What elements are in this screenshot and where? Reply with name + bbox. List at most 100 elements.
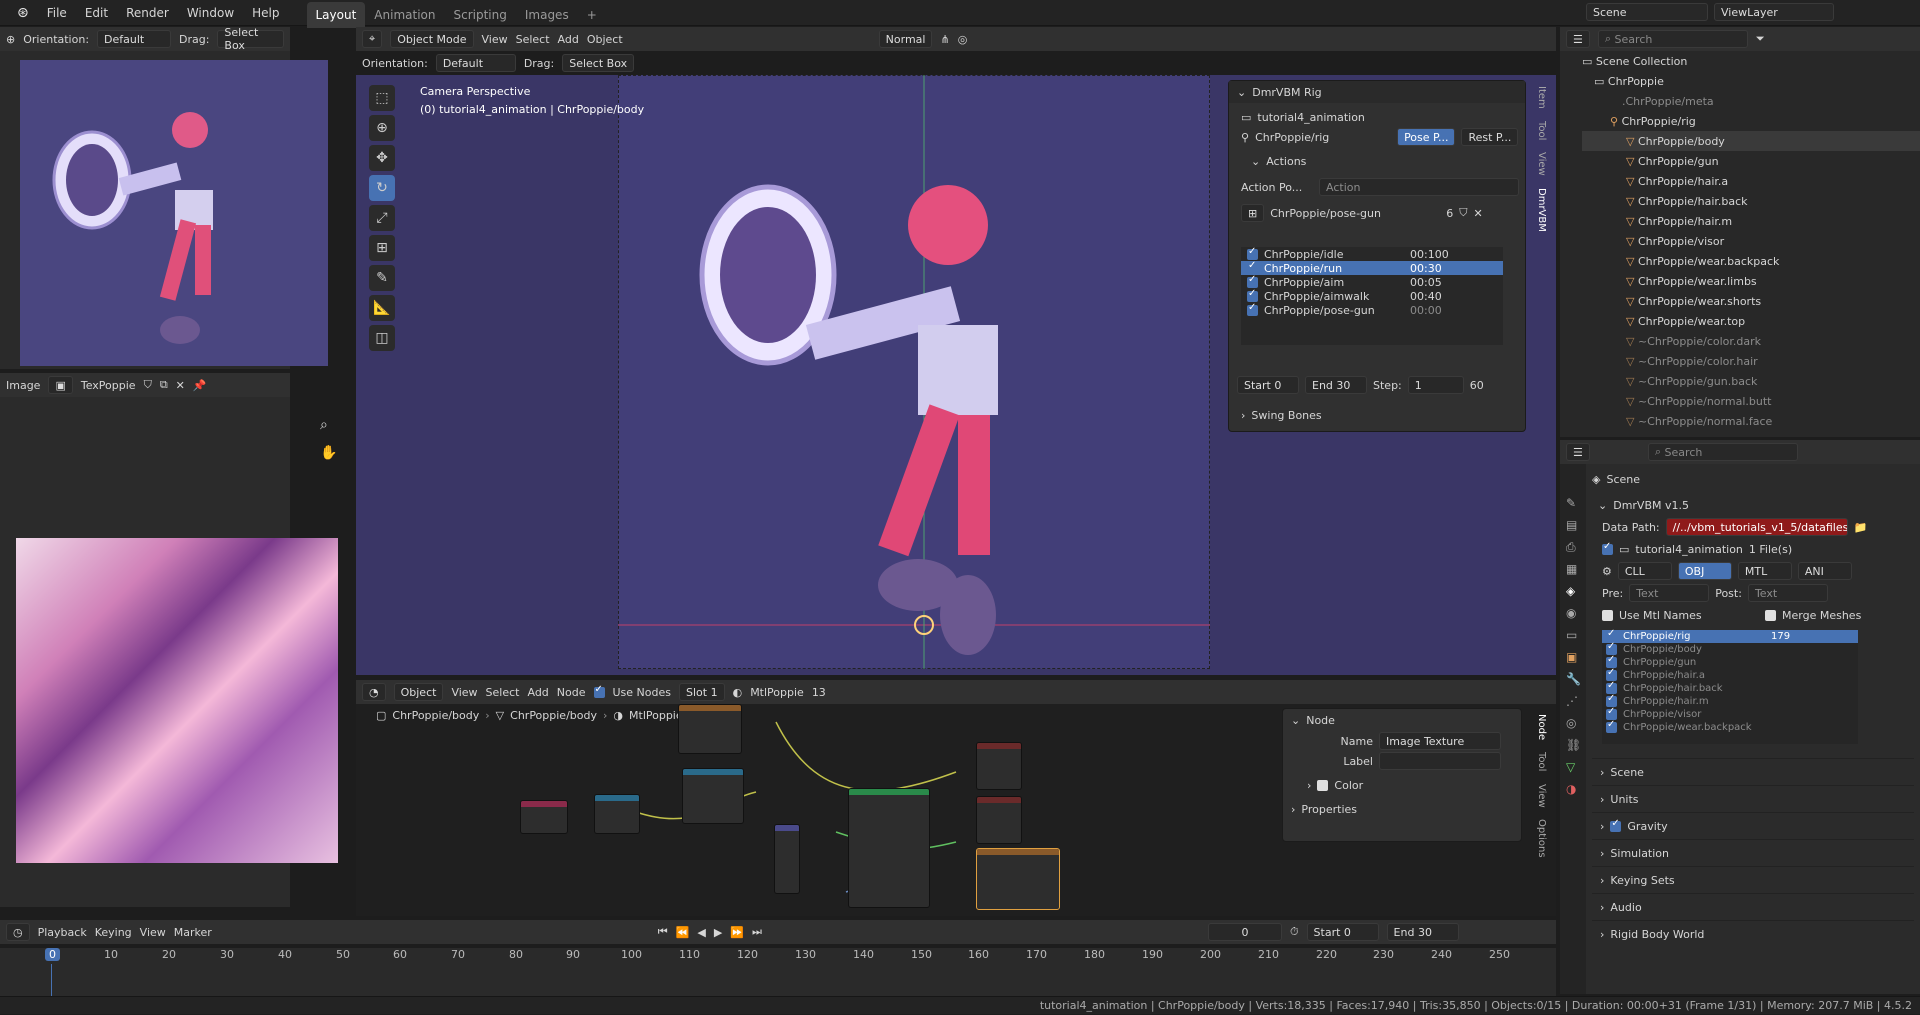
color-chevron-icon[interactable]: › <box>1307 779 1311 792</box>
swing-chevron-icon[interactable]: › <box>1241 409 1245 422</box>
mode-dropdown[interactable]: Object Mode <box>390 30 474 48</box>
post-field[interactable]: Text <box>1747 584 1828 602</box>
snap-icon[interactable]: ⋔ <box>940 33 949 46</box>
outliner-item[interactable]: ▭ ChrPoppie <box>1582 71 1920 91</box>
list-item[interactable]: ChrPoppie/wear.backpack <box>1602 719 1858 734</box>
export-item-name[interactable]: tutorial4_animation <box>1635 543 1743 556</box>
image-mode-label[interactable]: Image <box>6 379 40 392</box>
node-label-field[interactable] <box>1379 752 1501 770</box>
tab-cll[interactable]: CLL <box>1617 562 1672 580</box>
collection-tab-icon[interactable]: ▭ <box>1566 624 1580 646</box>
viewport-menu-add[interactable]: Add <box>558 33 579 46</box>
viewport-menu-select[interactable]: Select <box>516 33 550 46</box>
list-item[interactable]: ChrPoppie/gun <box>1602 654 1858 669</box>
rest-position-button[interactable]: Rest P... <box>1461 128 1519 146</box>
fps-value[interactable]: 60 <box>1470 379 1484 392</box>
tab-node-options[interactable]: Options <box>1534 813 1549 864</box>
stopwatch-icon[interactable]: ⏱ <box>1290 925 1299 939</box>
use-nodes-checkbox[interactable] <box>593 684 605 698</box>
use-mtl-names-checkbox[interactable] <box>1602 609 1613 621</box>
outliner-item[interactable]: ▽ ~ChrPoppie/color.dark <box>1582 331 1920 351</box>
section-scene[interactable]: › Scene <box>1592 758 1914 785</box>
pose-action-name[interactable]: ChrPoppie/pose-gun <box>1270 207 1440 220</box>
scene-tab-icon[interactable]: ◈ <box>1566 580 1580 602</box>
start-field[interactable]: Start 0 <box>1237 376 1299 394</box>
editor-type-icon[interactable]: ⌖ <box>362 30 383 48</box>
outliner-search[interactable]: ⌕ Search <box>1597 30 1748 48</box>
filter-icon[interactable]: ⏷ <box>1756 32 1765 46</box>
proportional-icon[interactable]: ◎ <box>958 33 968 46</box>
outliner-item[interactable]: ▽ ChrPoppie/gun <box>1582 151 1920 171</box>
close-icon[interactable]: ✕ <box>176 379 185 392</box>
vp-drag-dropdown[interactable]: Select Box <box>562 54 635 72</box>
list-item[interactable]: ChrPoppie/pose-gun00:00 <box>1241 302 1503 317</box>
principled-bsdf-node[interactable] <box>848 788 930 908</box>
pre-field[interactable]: Text <box>1629 584 1710 602</box>
section-units[interactable]: › Units <box>1592 785 1914 812</box>
swing-bones-label[interactable]: Swing Bones <box>1251 409 1321 422</box>
add-workspace-icon[interactable]: + <box>578 2 606 28</box>
outliner-item-active[interactable]: ▽ ChrPoppie/body <box>1582 131 1920 151</box>
viewport-menu-view[interactable]: View <box>482 33 508 46</box>
image-editor-type[interactable]: ▣ <box>48 376 73 394</box>
menu-render[interactable]: Render <box>117 0 178 26</box>
list-item[interactable]: ChrPoppie/idle00:100 <box>1241 246 1503 261</box>
node-editor-type-icon[interactable]: ◔ <box>362 683 386 701</box>
outliner-item[interactable]: ⚲ ChrPoppie/rig <box>1582 111 1920 131</box>
list-item[interactable]: ChrPoppie/body <box>1602 641 1858 656</box>
outliner-item[interactable]: ▽ ~ChrPoppie/gun.back <box>1582 371 1920 391</box>
output-tab-icon[interactable]: ⎙ <box>1566 536 1580 558</box>
section-keying-sets[interactable]: › Keying Sets <box>1592 866 1914 893</box>
pin-icon[interactable]: 📌 <box>193 379 207 392</box>
tab-node-view[interactable]: View <box>1534 778 1549 814</box>
outliner-item[interactable]: ▽ ChrPoppie/wear.backpack <box>1582 251 1920 271</box>
outliner-item[interactable]: ▽ ChrPoppie/visor <box>1582 231 1920 251</box>
list-item[interactable]: ChrPoppie/aim00:05 <box>1241 274 1503 289</box>
data-path-field[interactable]: //../vbm_tutorials_v1_5/datafiles/ <box>1665 518 1848 536</box>
bump-node[interactable] <box>774 824 800 894</box>
add-cube-tool-icon[interactable]: ◫ <box>369 325 395 351</box>
measure-tool-icon[interactable]: 📐 <box>369 295 395 321</box>
outliner-item[interactable]: ▽ ChrPoppie/hair.back <box>1582 191 1920 211</box>
drag-dropdown[interactable]: Select Box <box>217 26 284 52</box>
outliner-item[interactable]: ▽ ChrPoppie/wear.limbs <box>1582 271 1920 291</box>
outliner-item[interactable]: .ChrPoppie/meta <box>1582 91 1920 111</box>
cursor-icon[interactable]: ⊕ <box>6 33 15 46</box>
texture-node[interactable] <box>682 768 744 824</box>
hand-icon[interactable]: ✋ <box>320 445 337 461</box>
timeline-menu-view[interactable]: View <box>140 926 166 939</box>
node-menu-view[interactable]: View <box>451 686 477 699</box>
tool-tab-icon[interactable]: ✎ <box>1566 492 1580 514</box>
menu-file[interactable]: File <box>38 0 76 26</box>
jump-end-icon[interactable]: ⏭ <box>752 925 762 939</box>
object-tab-icon[interactable]: ▣ <box>1566 646 1580 668</box>
end-field[interactable]: End 30 <box>1305 376 1367 394</box>
shield-icon[interactable]: ⛉ <box>144 378 152 392</box>
properties-search[interactable]: ⌕ Search <box>1647 443 1798 461</box>
timeline-menu-playback[interactable]: Playback <box>38 926 87 939</box>
outliner-item[interactable]: ▽ ChrPoppie/hair.a <box>1582 171 1920 191</box>
cursor-tool-icon[interactable]: ⊕ <box>369 115 395 141</box>
timeline-type-icon[interactable]: ◷ <box>6 923 30 941</box>
timeline-start-field[interactable]: Start 0 <box>1306 923 1379 941</box>
pose-position-button[interactable]: Pose P... <box>1397 128 1456 146</box>
tab-scripting[interactable]: Scripting <box>444 2 515 28</box>
tab-ani[interactable]: ANI <box>1797 562 1852 580</box>
timeline-end-field[interactable]: End 30 <box>1386 923 1459 941</box>
list-item-selected[interactable]: ChrPoppie/run00:30 <box>1241 260 1503 275</box>
outliner-item[interactable]: ▽ ChrPoppie/wear.top <box>1582 311 1920 331</box>
outliner-item[interactable]: ▽ ~ChrPoppie/normal.butt <box>1582 391 1920 411</box>
actions-chevron-icon[interactable]: ⌄ <box>1251 155 1260 168</box>
tab-item[interactable]: Item <box>1534 80 1549 115</box>
blender-logo-icon[interactable]: ⊛ <box>8 0 38 26</box>
section-audio[interactable]: › Audio <box>1592 893 1914 920</box>
settings-gear-icon[interactable]: ⚙ <box>1602 565 1612 578</box>
merge-meshes-checkbox[interactable] <box>1765 609 1776 621</box>
tab-mtl[interactable]: MTL <box>1737 562 1792 580</box>
image-name-field[interactable]: TexPoppie <box>81 379 136 392</box>
list-item[interactable]: ChrPoppie/hair.back <box>1602 680 1858 695</box>
image-texture-node-selected[interactable] <box>976 848 1060 910</box>
current-frame-field[interactable]: 0 <box>1207 923 1282 941</box>
rotate-tool-icon[interactable]: ↻ <box>369 175 395 201</box>
properties-chevron-icon[interactable]: › <box>1291 803 1295 816</box>
